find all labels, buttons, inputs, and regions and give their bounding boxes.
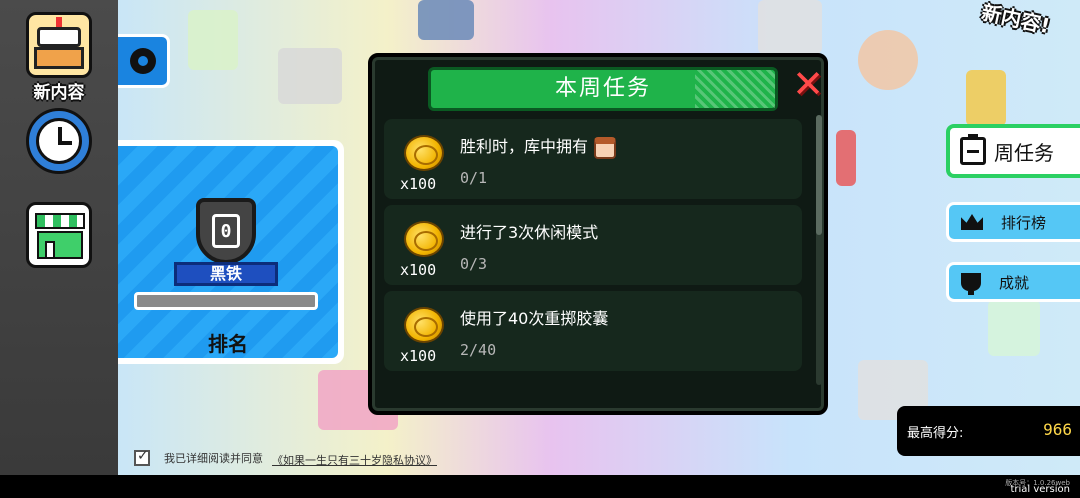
task-item: x100 进行了3次休闲模式 0/3: [384, 205, 802, 285]
shield-icon: 0: [196, 198, 256, 264]
shop-icon: [37, 231, 83, 259]
clock-button[interactable]: [26, 108, 92, 174]
task-progress: 0/1: [460, 169, 488, 187]
clipboard-icon: [960, 134, 986, 165]
high-score-label: 最高得分:: [907, 426, 964, 441]
cake-icon: [37, 27, 81, 47]
rank-label: 排名: [208, 332, 248, 356]
privacy-consent: 我已详细阅读并同意: [134, 448, 263, 466]
rank-card-inner: 0 黑铁 排名: [118, 146, 338, 358]
trial-version-text: trial version: [1010, 484, 1070, 495]
background-robot-item: [758, 0, 822, 54]
shop-button[interactable]: [26, 202, 92, 268]
weekly-task-panel: 本周任务 ✕ x100 胜利时，库中拥有 0/1 x100 进行了3次休闲模式 …: [368, 53, 828, 415]
task-item: x100 胜利时，库中拥有 0/1: [384, 119, 802, 199]
task-title-wrap: 胜利时，库中拥有: [460, 133, 617, 159]
background-can-item: [418, 0, 474, 40]
trophy-icon: [961, 273, 981, 295]
task-progress: 2/40: [460, 341, 497, 359]
cake-base-icon: [34, 47, 84, 69]
clock-icon: [36, 118, 82, 164]
task-reward: x100: [400, 175, 437, 193]
shop-awning-icon: [35, 213, 85, 229]
rank-tier-ribbon: 黑铁: [174, 262, 278, 286]
task-list[interactable]: x100 胜利时，库中拥有 0/1 x100 进行了3次休闲模式 0/3 x10…: [384, 117, 808, 389]
background-lipstick-item: [836, 130, 856, 186]
weekly-task-label: 周任务: [994, 140, 1054, 165]
coin-icon: [404, 135, 444, 171]
new-content-label: 新内容: [33, 83, 85, 103]
task-item: x100 使用了40次重掷胶囊 2/40: [384, 291, 802, 371]
weekly-task-button[interactable]: 周任务: [946, 124, 1080, 178]
coin-icon: [404, 221, 444, 257]
task-reward: x100: [400, 347, 437, 365]
rank-card[interactable]: 0 黑铁 排名: [118, 140, 344, 364]
crown-icon: [961, 214, 983, 230]
settings-button[interactable]: [118, 34, 170, 88]
rank-progress-bar: [134, 292, 318, 310]
background-pineapple-item: [966, 70, 1006, 126]
consent-checkbox[interactable]: [134, 448, 150, 466]
character-icon: [594, 136, 617, 159]
background-face-item: [858, 30, 918, 90]
task-title: 进行了3次休闲模式: [460, 223, 599, 242]
left-sidebar: 新内容: [0, 0, 118, 475]
rank-number: 0: [212, 214, 240, 248]
achievements-button[interactable]: 成就: [946, 262, 1080, 302]
new-content-cake-button[interactable]: [26, 12, 92, 78]
privacy-policy-link[interactable]: 《如果一生只有三十岁隐私协议》: [272, 452, 437, 468]
task-scrollbar[interactable]: [816, 115, 822, 385]
task-panel-title: 本周任务: [428, 67, 778, 111]
task-title: 使用了40次重掷胶囊: [460, 309, 609, 328]
high-score-value: 966: [1043, 420, 1072, 439]
scroll-thumb[interactable]: [816, 115, 822, 235]
leaderboard-button[interactable]: 排行榜: [946, 202, 1080, 242]
consent-text: 我已详细阅读并同意: [164, 452, 263, 465]
close-button[interactable]: ✕: [790, 65, 826, 103]
gear-icon: [129, 48, 156, 74]
achievements-label: 成就: [999, 273, 1030, 292]
background-battery-item: [188, 10, 238, 70]
leaderboard-label: 排行榜: [1001, 213, 1047, 232]
task-reward: x100: [400, 261, 437, 279]
coin-icon: [404, 307, 444, 343]
bottom-bar: [0, 475, 1080, 498]
task-title: 胜利时，库中拥有: [460, 137, 589, 156]
background-ghost-item: [278, 48, 342, 104]
task-progress: 0/3: [460, 255, 488, 273]
high-score-box: 最高得分: 966: [897, 406, 1080, 456]
background-mahjong-item: [988, 300, 1040, 356]
